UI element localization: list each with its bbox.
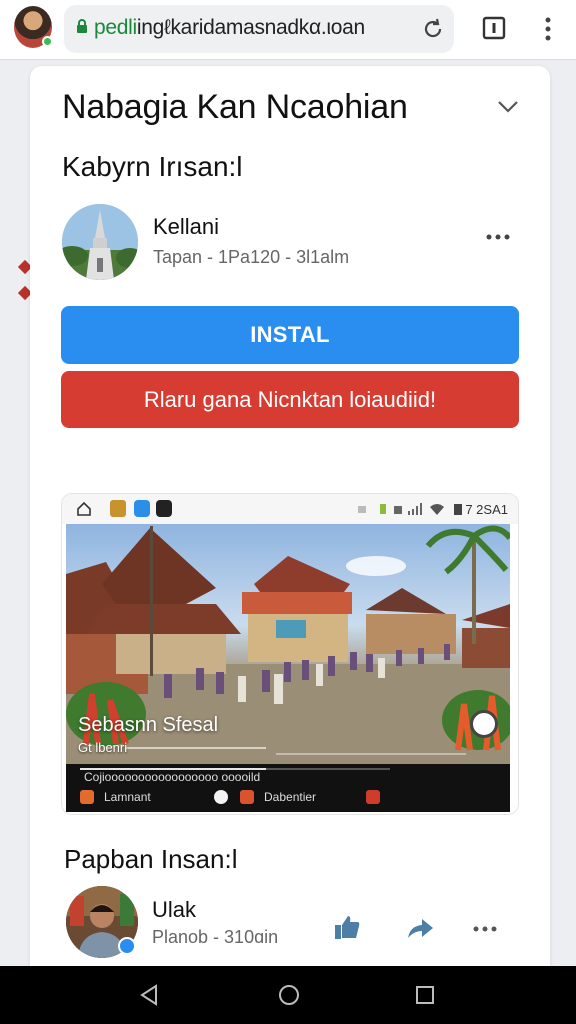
- section-title: Papban Insan:l: [64, 844, 238, 874]
- chat-bubble-icon[interactable]: [214, 790, 228, 804]
- home-circle-icon[interactable]: [277, 983, 301, 1007]
- preview-subcaption: Gt lbenri: [78, 740, 128, 755]
- app-icon[interactable]: [62, 204, 138, 280]
- more-horizontal-icon[interactable]: [484, 230, 512, 244]
- url-domain-rest: ingℓkaridamasnadkα.ιoan: [136, 16, 365, 39]
- timer-icon[interactable]: [470, 710, 498, 738]
- share-arrow-icon[interactable]: [406, 916, 434, 940]
- preview-status-bar: 7 2SA1: [62, 494, 518, 524]
- thumbs-up-icon[interactable]: [334, 914, 360, 940]
- app-meta: Tapan - 1Pa120 - 3l1alm: [153, 247, 350, 267]
- install-button[interactable]: INSTAL: [61, 306, 519, 364]
- page-title: Nabagia Kan Ncaohian: [62, 88, 408, 126]
- chevron-down-icon[interactable]: [496, 97, 520, 117]
- app-icon-small: [240, 790, 254, 804]
- preview-bar-item[interactable]: Lamnant: [104, 790, 151, 804]
- recents-square-icon[interactable]: [414, 984, 436, 1006]
- more-horizontal-icon[interactable]: [471, 922, 499, 936]
- back-triangle-icon[interactable]: [138, 984, 160, 1006]
- vertical-dots-icon[interactable]: [538, 15, 558, 43]
- app-icon-small: [366, 790, 380, 804]
- app-notification-icon: [156, 500, 172, 517]
- url-text[interactable]: pedliingℓkaridamasnadkα.ιoan: [94, 16, 365, 40]
- app-name: Kellani: [153, 214, 220, 239]
- browser-toolbar: pedliingℓkaridamasnadkα.ιoan: [0, 0, 576, 60]
- home-icon: [77, 501, 91, 516]
- temple-tower-image: [62, 204, 138, 280]
- preview-caption: Sebasnn Sfesal: [78, 714, 219, 736]
- warning-button[interactable]: Rlaru gana Nicnktan loiaudiid!: [61, 371, 519, 428]
- preview-player-bar: Cojiooooooooooooooooo ooooild Lamnant Da…: [66, 764, 510, 812]
- section-title: Kabyrn Irısan:l: [62, 151, 243, 182]
- user-name: Ulak: [152, 897, 197, 922]
- preview-bar-text: Cojiooooooooooooooooo ooooild: [84, 770, 261, 784]
- online-status-dot: [42, 36, 53, 47]
- temple-photo: Sebasnn Sfesal Gt lbenri: [66, 524, 510, 764]
- status-icons: [358, 503, 462, 515]
- app-notification-icon: [134, 500, 150, 517]
- url-domain-prefix: pedli: [94, 16, 137, 39]
- system-nav-bar: [0, 966, 576, 1024]
- app-icon-small: [80, 790, 94, 804]
- verified-badge-icon: [118, 937, 136, 955]
- app-notification-icon: [110, 500, 126, 517]
- reload-icon[interactable]: [421, 17, 445, 41]
- preview-screenshot[interactable]: 7 2SA1 Sebasnn Sfesal Gt lbenri Cojioooo…: [62, 494, 518, 814]
- status-time: 7 2SA1: [465, 502, 508, 517]
- lock-icon: [77, 19, 87, 33]
- tabs-icon[interactable]: [482, 16, 506, 40]
- preview-bar-item[interactable]: Dabentier: [264, 790, 316, 804]
- user-meta: Planob - 310ɑin: [152, 927, 279, 947]
